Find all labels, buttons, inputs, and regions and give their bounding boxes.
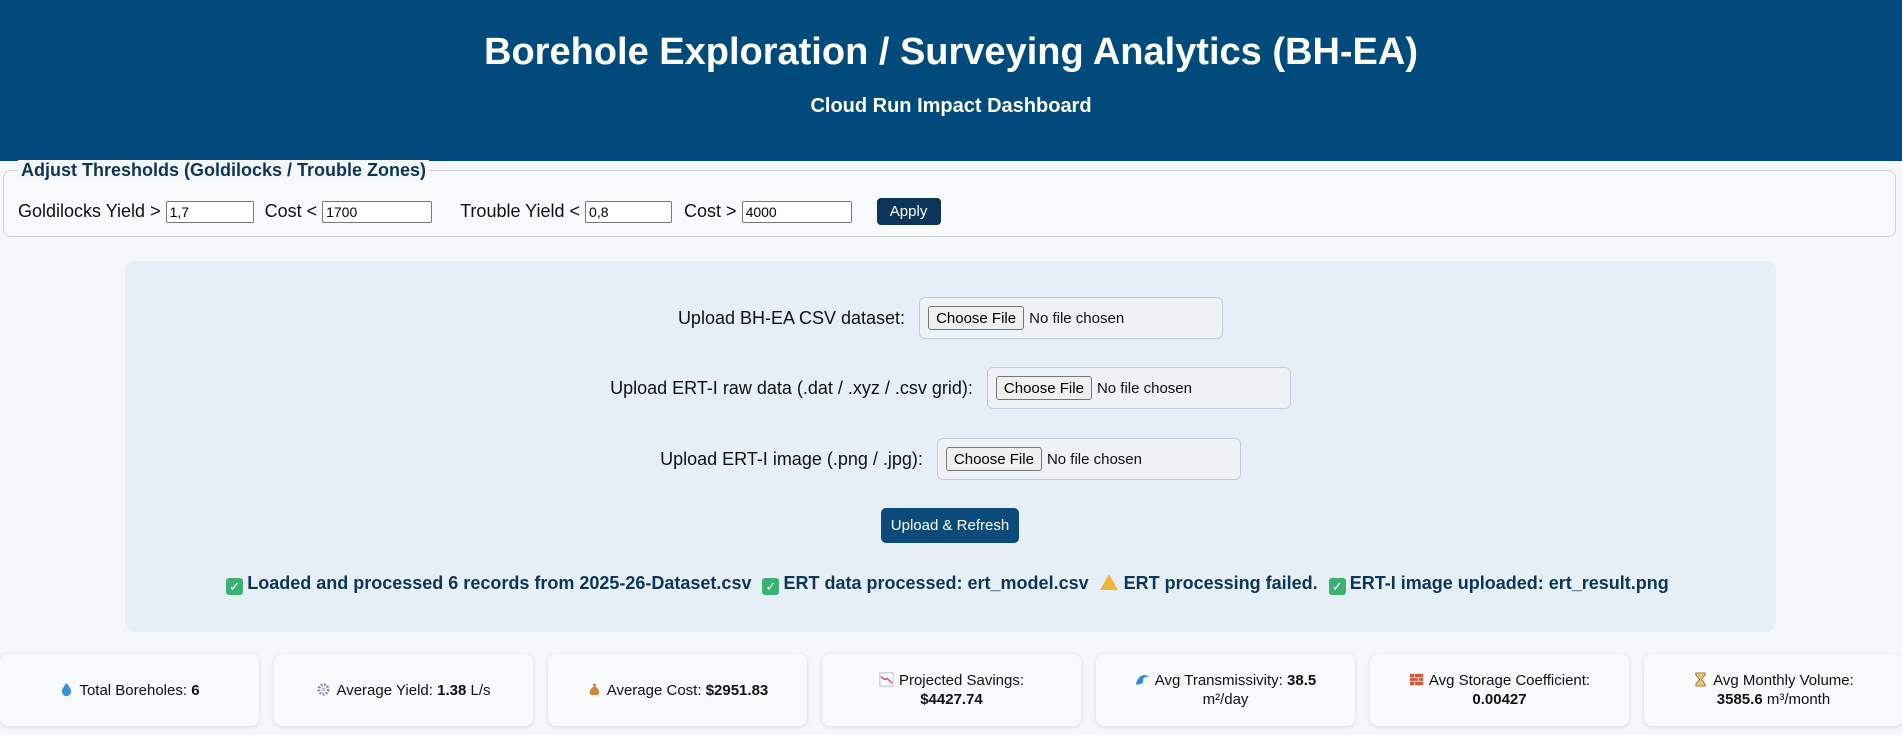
ert-raw-file-status: No file chosen xyxy=(1096,379,1192,397)
ert-image-upload-label: Upload ERT-I image (.png / .jpg): xyxy=(660,448,923,469)
goldilocks-yield-input[interactable] xyxy=(165,200,254,223)
kpi-cards: Total Boreholes: 6 Average Yield: 1.38 L… xyxy=(0,654,1902,726)
kpi-value: $2951.83 xyxy=(705,681,769,699)
kpi-value: 1.38 xyxy=(437,681,467,699)
status-loaded: ✓ Loaded and processed 6 records from 202… xyxy=(226,573,751,595)
csv-file-status: No file chosen xyxy=(1029,309,1125,327)
goldilocks-cost-input[interactable] xyxy=(322,200,433,223)
ert-raw-upload-row: Upload ERT-I raw data (.dat / .xyz / .cs… xyxy=(125,367,1776,409)
kpi-avg-transmissivity: Avg Transmissivity: 38.5 m²/day xyxy=(1096,654,1355,726)
kpi-value: 6 xyxy=(191,681,200,699)
goldilocks-cost-label: Cost < xyxy=(264,201,318,221)
wave-icon xyxy=(1135,675,1149,685)
check-icon: ✓ xyxy=(1328,578,1346,595)
chart-down-icon xyxy=(879,672,894,687)
status-ert-processed: ✓ ERT data processed: ert_model.csv xyxy=(762,573,1089,595)
kpi-value: $4427.74 xyxy=(920,691,983,708)
thresholds-panel: Adjust Thresholds (Goldilocks / Trouble … xyxy=(3,160,1896,237)
csv-file-input[interactable]: Choose File No file chosen xyxy=(919,297,1224,339)
hourglass-icon xyxy=(1695,672,1706,687)
gear-icon xyxy=(317,682,331,696)
ert-raw-choose-file-button[interactable]: Choose File xyxy=(995,376,1092,400)
ert-raw-file-input[interactable]: Choose File No file chosen xyxy=(986,367,1291,409)
page-subtitle: Cloud Run Impact Dashboard xyxy=(810,95,1092,117)
goldilocks-yield-label: Goldilocks Yield > xyxy=(18,201,161,221)
kpi-unit: m³/month xyxy=(1766,691,1831,708)
status-ert-failed: ERT processing failed. xyxy=(1099,573,1318,593)
csv-upload-label: Upload BH-EA CSV dataset: xyxy=(677,307,906,328)
thresholds-row: Goldilocks Yield > Cost < Trouble Yield … xyxy=(18,198,941,225)
upload-refresh-button[interactable]: Upload & Refresh xyxy=(881,508,1019,543)
csv-upload-row: Upload BH-EA CSV dataset: Choose File No… xyxy=(125,297,1776,339)
kpi-average-yield: Average Yield: 1.38 L/s xyxy=(274,654,533,726)
thresholds-legend: Adjust Thresholds (Goldilocks / Trouble … xyxy=(18,160,430,180)
status-messages: ✓ Loaded and processed 6 records from 202… xyxy=(125,573,1776,595)
ert-raw-upload-label: Upload ERT-I raw data (.dat / .xyz / .cs… xyxy=(610,377,973,398)
trouble-cost-label: Cost > xyxy=(684,201,737,221)
kpi-value: 3585.6 xyxy=(1716,691,1763,708)
ert-image-choose-file-button[interactable]: Choose File xyxy=(945,447,1042,471)
kpi-value: 0.00427 xyxy=(1472,691,1527,708)
kpi-total-boreholes: Total Boreholes: 6 xyxy=(0,654,259,726)
csv-choose-file-button[interactable]: Choose File xyxy=(928,306,1025,330)
warning-icon xyxy=(1099,574,1118,590)
kpi-projected-savings: Projected Savings: $4427.74 xyxy=(822,654,1081,726)
page-header: Borehole Exploration / Surveying Analyti… xyxy=(0,0,1902,161)
ert-image-upload-row: Upload ERT-I image (.png / .jpg): Choose… xyxy=(125,438,1776,480)
status-ert-image: ✓ ERT-I image uploaded: ert_result.png xyxy=(1328,573,1669,595)
brick-icon xyxy=(1409,673,1423,686)
ert-image-file-input[interactable]: Choose File No file chosen xyxy=(936,438,1241,480)
check-icon: ✓ xyxy=(226,578,244,595)
kpi-unit: m²/day xyxy=(1202,691,1249,708)
kpi-value: 38.5 xyxy=(1287,672,1317,689)
droplet-icon xyxy=(62,682,72,696)
apply-button[interactable]: Apply xyxy=(876,198,941,225)
kpi-unit: L/s xyxy=(470,681,491,699)
trouble-yield-input[interactable] xyxy=(585,200,673,223)
money-bag-icon xyxy=(589,683,599,695)
ert-image-file-status: No file chosen xyxy=(1046,450,1142,468)
trouble-cost-input[interactable] xyxy=(741,200,852,223)
kpi-avg-monthly-volume: Avg Monthly Volume: 3585.6 m³/month xyxy=(1644,654,1902,726)
page-title: Borehole Exploration / Surveying Analyti… xyxy=(484,31,1418,73)
trouble-yield-label: Trouble Yield < xyxy=(460,201,581,221)
upload-panel: Upload BH-EA CSV dataset: Choose File No… xyxy=(125,261,1776,632)
kpi-avg-storage-coefficient: Avg Storage Coefficient: 0.00427 xyxy=(1370,654,1629,726)
check-icon: ✓ xyxy=(762,578,780,595)
kpi-average-cost: Average Cost: $2951.83 xyxy=(548,654,807,726)
